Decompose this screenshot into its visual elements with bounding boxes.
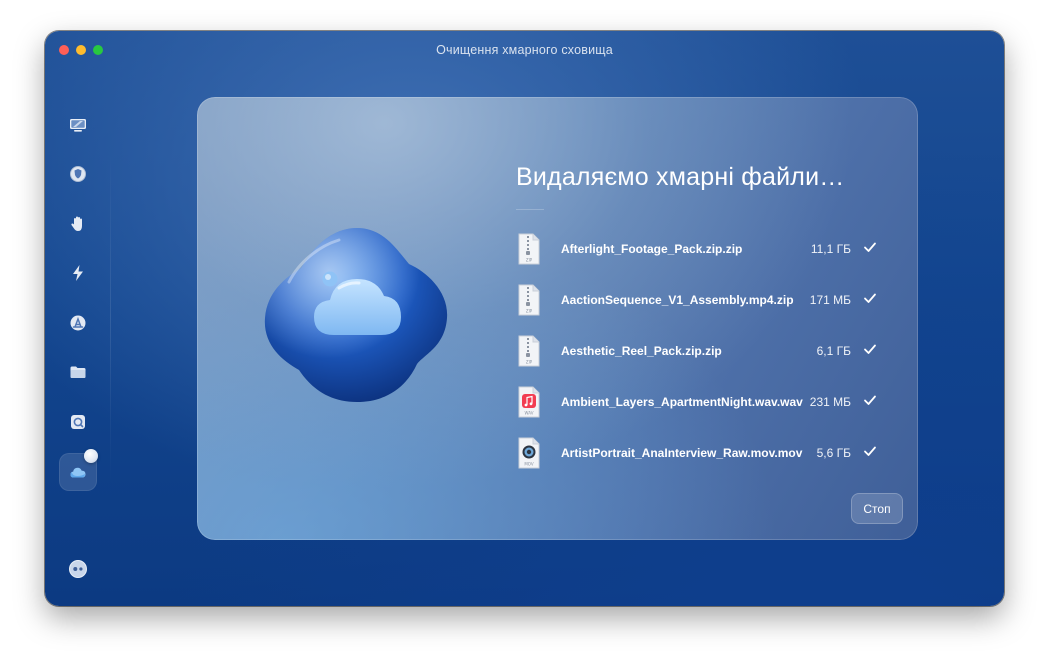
file-row: WAV Ambient_Layers_ApartmentNight.wav.wa…: [517, 386, 879, 420]
file-row: MOV ArtistPortrait_AnaInterview_Raw.mov.…: [517, 437, 879, 471]
file-name: Aesthetic_Reel_Pack.zip.zip: [561, 344, 722, 358]
folder-icon: [70, 366, 86, 378]
title-divider: [516, 209, 544, 210]
protection-icon: [70, 166, 86, 182]
file-size: 231 МБ: [809, 395, 851, 409]
title-bar: Очищення хмарного сховища: [45, 31, 1004, 69]
checkmark-icon: [864, 395, 876, 405]
file-row: ZIP AactionSequence_V1_Assembly.mp4.zip …: [517, 284, 879, 318]
file-size: 6,1 ГБ: [816, 344, 851, 358]
sidebar-item-protection[interactable]: [59, 155, 97, 193]
zip-file-icon: ZIP: [518, 335, 540, 367]
sidebar-item-storage[interactable]: [59, 403, 97, 441]
checkmark-icon: [864, 446, 876, 456]
file-row: ZIP Aesthetic_Reel_Pack.zip.zip 6,1 ГБ: [517, 335, 879, 369]
file-type-label: ZIP: [526, 309, 533, 314]
page-title: Видаляємо хмарні файли…: [516, 163, 845, 191]
app-window: Очищення хмарного сховища Видаляємо хмар…: [45, 31, 1004, 606]
activity-indicator: [84, 449, 98, 463]
file-size: 11,1 ГБ: [810, 242, 851, 256]
cloud-icon: [70, 467, 86, 478]
file-row: ZIP Afterlight_Footage_Pack.zip.zip 11,1…: [517, 233, 879, 267]
applications-icon: [70, 315, 86, 331]
sidebar: [45, 31, 111, 606]
file-type-label: ZIP: [526, 258, 533, 263]
file-name: Afterlight_Footage_Pack.zip.zip: [561, 242, 743, 256]
file-size: 5,6 ГБ: [816, 446, 851, 460]
sidebar-item-performance[interactable]: [59, 254, 97, 292]
sidebar-divider: [110, 153, 111, 483]
checkmark-icon: [864, 293, 876, 303]
file-type-label: MOV: [524, 462, 534, 467]
hand-icon: [71, 216, 82, 231]
file-size: 171 МБ: [809, 293, 851, 307]
file-name: ArtistPortrait_AnaInterview_Raw.mov.mov: [561, 446, 803, 460]
disk-icon: [71, 415, 85, 429]
video-file-icon: MOV: [518, 437, 540, 469]
checkmark-icon: [864, 242, 876, 252]
cloud-cleanup-hero-icon: [264, 228, 448, 402]
sidebar-item-privacy[interactable]: [59, 205, 97, 243]
assistant-icon[interactable]: [68, 559, 88, 579]
main-panel: Видаляємо хмарні файли… ZIP Afterlight_F…: [197, 97, 918, 540]
file-type-label: ZIP: [526, 360, 533, 365]
file-name: AactionSequence_V1_Assembly.mp4.zip: [561, 293, 794, 307]
file-name: Ambient_Layers_ApartmentNight.wav.wav: [561, 395, 803, 409]
zip-file-icon: ZIP: [518, 284, 540, 316]
sidebar-item-display[interactable]: [59, 106, 97, 144]
sidebar-item-applications[interactable]: [59, 304, 97, 342]
zip-file-icon: ZIP: [518, 233, 540, 265]
file-type-label: WAV: [525, 411, 534, 416]
lightning-icon: [73, 265, 83, 281]
checkmark-icon: [864, 344, 876, 354]
sidebar-item-files[interactable]: [59, 353, 97, 391]
stop-button[interactable]: Стоп: [851, 493, 903, 524]
audio-file-icon: WAV: [518, 386, 540, 418]
display-icon: [70, 119, 86, 132]
window-title: Очищення хмарного сховища: [436, 43, 613, 57]
